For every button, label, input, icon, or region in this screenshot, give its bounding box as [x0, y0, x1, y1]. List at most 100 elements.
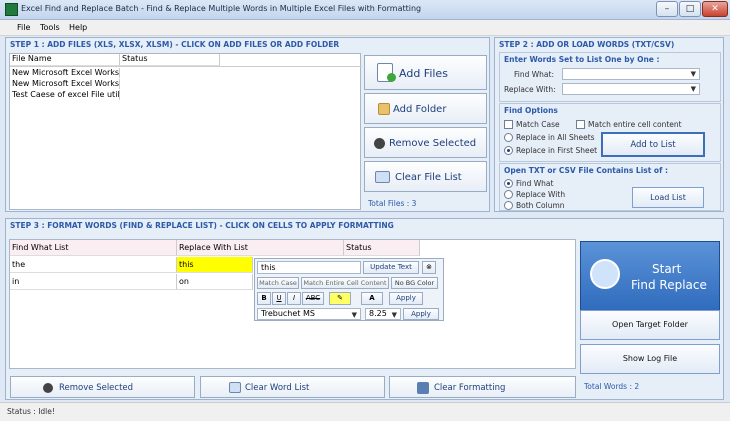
menu-bar: File Tools Help — [0, 20, 730, 36]
find-options-label: Find Options — [504, 106, 558, 115]
magnifier-icon — [590, 259, 620, 289]
find-what-input[interactable]: ▼ — [562, 68, 700, 80]
word-row-1-replace[interactable]: this — [177, 257, 253, 273]
file-row-3-name[interactable]: Test Caese of excel File util... — [10, 90, 120, 100]
open-txt-csv-label: Open TXT or CSV File Contains List of : — [504, 166, 668, 175]
remove-icon — [43, 383, 53, 393]
step2-panel: STEP 2 : ADD OR LOAD WORDS (TXT/CSV) Ent… — [494, 37, 724, 212]
add-to-list-button[interactable]: Add to List — [601, 132, 705, 157]
enter-words-label: Enter Words Set to List One by One : — [504, 55, 660, 64]
underline-button[interactable]: U — [272, 292, 286, 305]
plus-icon — [387, 73, 396, 82]
file-list[interactable]: File Name Status New Microsoft Excel Wor… — [9, 53, 362, 210]
status-bar: Status : Idle! — [0, 402, 730, 421]
replace-all-sheets-label: Replace in All Sheets — [516, 133, 595, 142]
word-row-2-find[interactable]: in — [10, 274, 177, 290]
edit-text-input[interactable]: this — [257, 261, 361, 274]
title-bar: Excel Find and Replace Batch - Find & Re… — [0, 0, 730, 20]
word-row-2-replace[interactable]: on — [177, 274, 253, 290]
replace-all-sheets-radio[interactable] — [504, 133, 513, 142]
font-size-select[interactable]: 8.25 ▼ — [365, 308, 401, 320]
step1-header: STEP 1 : ADD FILES (XLS, XLSX, XLSM) - C… — [10, 40, 340, 49]
folder-icon — [378, 103, 390, 115]
editor-match-case-button[interactable]: Match Case — [257, 277, 299, 289]
show-log-file-button[interactable]: Show Log File — [580, 344, 720, 374]
clear-word-list-button[interactable]: Clear Word List — [200, 376, 385, 398]
clear-list-icon — [229, 382, 241, 393]
match-case-checkbox[interactable] — [504, 120, 513, 129]
menu-file[interactable]: File — [17, 23, 30, 32]
formatting-icon — [417, 382, 429, 394]
clear-list-icon — [375, 171, 390, 183]
maximize-button[interactable]: □ — [679, 1, 701, 17]
no-bg-color-button[interactable]: No BG Color — [391, 277, 438, 289]
format-editor: this Update Text ⊗ Match Case Match Enti… — [254, 258, 444, 321]
add-files-button[interactable]: Add Files — [364, 55, 487, 90]
replace-first-sheet-label: Replace in First Sheet — [516, 146, 598, 155]
open-file-group: Open TXT or CSV File Contains List of : … — [499, 163, 721, 211]
minimize-button[interactable]: – — [656, 1, 678, 17]
close-button[interactable]: ✕ — [702, 1, 728, 17]
load-replace-with-label: Replace With — [516, 190, 566, 199]
replace-with-input[interactable]: ▼ — [562, 83, 700, 95]
replace-first-sheet-radio[interactable] — [504, 146, 513, 155]
start-line1: Start — [652, 262, 682, 276]
col-status[interactable]: Status — [120, 54, 220, 66]
chevron-down-icon: ▼ — [351, 311, 357, 319]
total-words: Total Words : 2 — [584, 382, 640, 391]
remove-icon — [374, 138, 385, 149]
apply-style-button[interactable]: Apply — [389, 292, 423, 305]
highlight-color-icon[interactable]: ✎ — [329, 292, 351, 305]
file-row-1-name[interactable]: New Microsoft Excel Works... — [10, 68, 120, 78]
match-entire-checkbox[interactable] — [576, 120, 585, 129]
close-icon[interactable]: ⊗ — [422, 261, 436, 274]
enter-words-group: Enter Words Set to List One by One : Fin… — [499, 52, 721, 102]
col-file-name[interactable]: File Name — [10, 54, 120, 66]
font-name-select[interactable]: Trebuchet MS ▼ — [257, 308, 361, 320]
font-color-icon[interactable]: A — [361, 292, 383, 305]
remove-selected-words-button[interactable]: Remove Selected — [10, 376, 195, 398]
clear-file-list-button[interactable]: Clear File List — [364, 161, 487, 192]
col-status[interactable]: Status — [344, 240, 420, 256]
menu-help[interactable]: Help — [69, 23, 87, 32]
find-options-group: Find Options Match Case Match entire cel… — [499, 103, 721, 162]
load-find-what-radio[interactable] — [504, 179, 513, 188]
file-row-2-name[interactable]: New Microsoft Excel Works... — [10, 79, 120, 89]
excel-app-icon — [5, 3, 18, 16]
step3-panel: STEP 3 : FORMAT WORDS (FIND & REPLACE LI… — [5, 218, 724, 400]
add-folder-button[interactable]: Add Folder — [364, 93, 487, 124]
load-replace-with-radio[interactable] — [504, 190, 513, 199]
chevron-down-icon: ▼ — [391, 311, 397, 319]
step2-header: STEP 2 : ADD OR LOAD WORDS (TXT/CSV) — [499, 40, 675, 49]
step1-panel: STEP 1 : ADD FILES (XLS, XLSX, XLSM) - C… — [5, 37, 490, 212]
match-entire-label: Match entire cell content — [588, 120, 682, 129]
total-files: Total Files : 3 — [368, 199, 417, 208]
load-list-button[interactable]: Load List — [632, 187, 704, 208]
load-both-column-radio[interactable] — [504, 201, 513, 210]
editor-match-entire-button[interactable]: Match Entire Cell Content — [301, 277, 389, 289]
start-find-replace-button[interactable]: Start Find Replace — [580, 241, 720, 313]
step3-header: STEP 3 : FORMAT WORDS (FIND & REPLACE LI… — [10, 221, 394, 230]
find-what-label: Find What: — [514, 70, 554, 79]
chevron-down-icon: ▼ — [690, 85, 696, 93]
strikethrough-button[interactable]: ABC — [302, 292, 324, 305]
menu-tools[interactable]: Tools — [40, 23, 60, 32]
chevron-down-icon: ▼ — [690, 70, 696, 78]
clear-formatting-button[interactable]: Clear Formatting — [389, 376, 576, 398]
start-line2: Find Replace — [631, 278, 707, 292]
italic-button[interactable]: I — [287, 292, 301, 305]
load-both-column-label: Both Column — [516, 201, 565, 210]
remove-selected-files-button[interactable]: Remove Selected — [364, 127, 487, 158]
update-text-button[interactable]: Update Text — [363, 261, 419, 274]
window-title: Excel Find and Replace Batch - Find & Re… — [21, 4, 422, 13]
apply-font-button[interactable]: Apply — [403, 308, 439, 320]
match-case-label: Match Case — [516, 120, 560, 129]
load-find-what-label: Find What — [516, 179, 554, 188]
open-target-folder-button[interactable]: Open Target Folder — [580, 310, 720, 340]
word-row-1-find[interactable]: the — [10, 257, 177, 273]
bold-button[interactable]: B — [257, 292, 271, 305]
col-find-what[interactable]: Find What List — [10, 240, 177, 256]
status-text: Status : Idle! — [7, 407, 55, 416]
replace-with-label: Replace With: — [504, 85, 556, 94]
col-replace-with[interactable]: Replace With List — [177, 240, 344, 256]
